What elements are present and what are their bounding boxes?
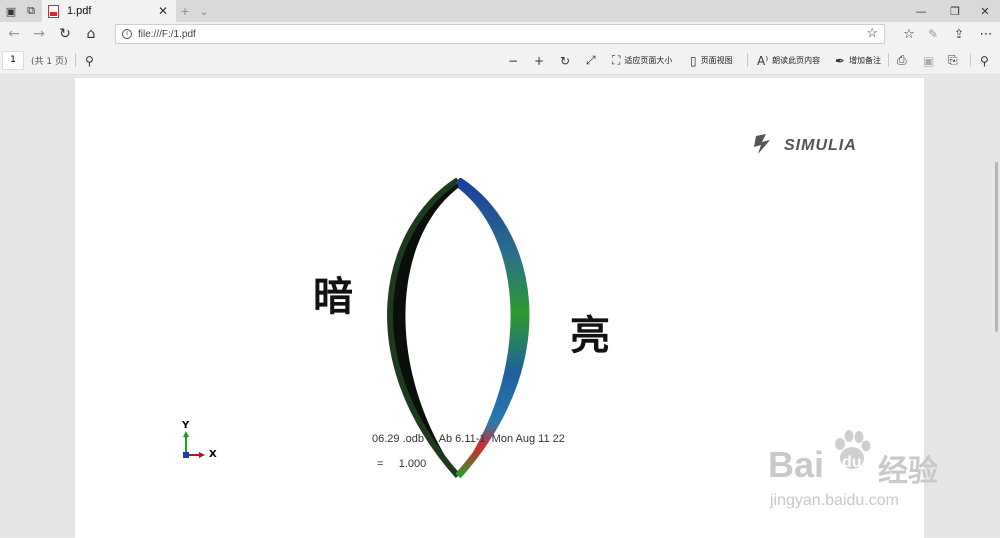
tab-active[interactable]: 1.pdf ✕ — [42, 0, 176, 22]
logo-text: SIMULIA — [784, 137, 857, 154]
tab-bar: ▣ ⧉ 1.pdf ✕ + ⌄ — ❐ ✕ — [0, 0, 1000, 22]
divider — [75, 53, 76, 67]
close-window-button[interactable]: ✕ — [970, 0, 1000, 22]
read-aloud-icon: A⁾ — [757, 53, 769, 68]
add-notes-label: 增加备注 — [849, 56, 882, 65]
axis-x-label: X — [209, 449, 217, 460]
address-text: file:///F:/1.pdf — [138, 28, 196, 40]
fit-page-icon: ⛶ — [612, 53, 621, 67]
divider — [970, 53, 971, 67]
tab-actions-icon[interactable]: ▣ — [2, 0, 20, 22]
watermark-brand-du: du — [842, 454, 862, 471]
divider — [888, 53, 889, 67]
watermark-url: jingyan.baidu.com — [770, 492, 899, 509]
fullscreen-icon[interactable]: ⤢ — [586, 51, 600, 70]
pin-toolbar-icon[interactable]: ⚲ — [980, 51, 993, 70]
tab-title: 1.pdf — [67, 5, 92, 17]
favorites-icon[interactable]: ☆ — [898, 24, 920, 44]
search-icon[interactable]: ⚲ — [85, 51, 98, 70]
fit-page-button[interactable]: ⛶ 适应页面大小 — [612, 51, 672, 70]
page-view-icon: ▯ — [690, 53, 697, 68]
rotate-icon[interactable]: ↻ — [560, 51, 574, 70]
tab-dropdown-icon[interactable]: ⌄ — [197, 0, 211, 22]
page-view-button[interactable]: ▯ 页面视图 — [690, 51, 733, 70]
page-view-label: 页面视图 — [700, 56, 733, 65]
read-aloud-button[interactable]: A⁾ 朗读此页内容 — [757, 51, 820, 70]
home-icon[interactable]: ⌂ — [80, 24, 102, 44]
simulia-logo: SIMULIA — [752, 130, 877, 164]
legend-line-2: = 1.000 — [377, 458, 427, 470]
minimize-button[interactable]: — — [906, 0, 936, 22]
favorite-star-icon[interactable]: ☆ — [866, 25, 878, 41]
close-tab-icon[interactable]: ✕ — [158, 4, 168, 18]
pdf-file-icon — [48, 4, 59, 18]
zoom-in-icon[interactable]: + — [534, 51, 548, 70]
label-dark: 暗 — [313, 274, 353, 320]
watermark-brand: Bai — [768, 444, 825, 485]
navigation-bar: ← → ↻ ⌂ i file:///F:/1.pdf ☆ ☆ ✎ ⇪ ⋯ — [0, 22, 1000, 46]
vertical-scrollbar[interactable] — [995, 162, 998, 332]
page-number-input[interactable]: 1 — [2, 51, 24, 70]
divider — [747, 53, 748, 67]
zoom-out-icon[interactable]: − — [508, 51, 522, 70]
axis-y-label: Y — [182, 420, 190, 431]
read-aloud-label: 朗读此页内容 — [772, 56, 821, 65]
tab-preview-icon[interactable]: ⧉ — [22, 0, 40, 22]
pdf-toolbar: 1 (共 1 页) ⚲ − + ↻ ⤢ ⛶ 适应页面大小 ▯ 页面视图 A⁾ 朗… — [0, 46, 1000, 75]
forward-icon[interactable]: → — [28, 24, 50, 44]
more-icon[interactable]: ⋯ — [975, 24, 997, 44]
label-bright: 亮 — [570, 313, 610, 359]
refresh-icon[interactable]: ↻ — [54, 24, 76, 44]
fit-page-label: 适应页面大小 — [624, 56, 673, 65]
watermark-jingyan: 经验 — [878, 455, 938, 488]
info-icon[interactable]: i — [122, 29, 132, 39]
save-as-icon[interactable]: ⎘ — [948, 51, 962, 70]
add-notes-button[interactable]: ✒ 增加备注 — [835, 51, 881, 70]
print-icon[interactable]: ⎙ — [897, 51, 911, 70]
pdf-viewer[interactable]: SIMULIA 暗 亮 Y X 06.29 .odb Ab 6.11-1 Mon… — [0, 76, 1000, 538]
pen-icon: ✒ — [835, 53, 846, 68]
legend-line-1: 06.29 .odb Ab 6.11-1 Mon Aug 11 22 — [372, 433, 565, 445]
restore-button[interactable]: ❐ — [940, 0, 970, 22]
save-icon[interactable]: ▣ — [923, 51, 938, 70]
page-total: (共 1 页) — [31, 57, 68, 67]
new-tab-icon[interactable]: + — [178, 0, 192, 22]
address-bar[interactable]: i file:///F:/1.pdf ☆ — [115, 24, 885, 44]
web-note-icon[interactable]: ✎ — [922, 24, 944, 44]
baidu-jingyan-watermark: Bai du 经验 jingyan.baidu.com — [768, 428, 988, 518]
back-icon[interactable]: ← — [3, 24, 25, 44]
share-icon[interactable]: ⇪ — [948, 24, 970, 44]
